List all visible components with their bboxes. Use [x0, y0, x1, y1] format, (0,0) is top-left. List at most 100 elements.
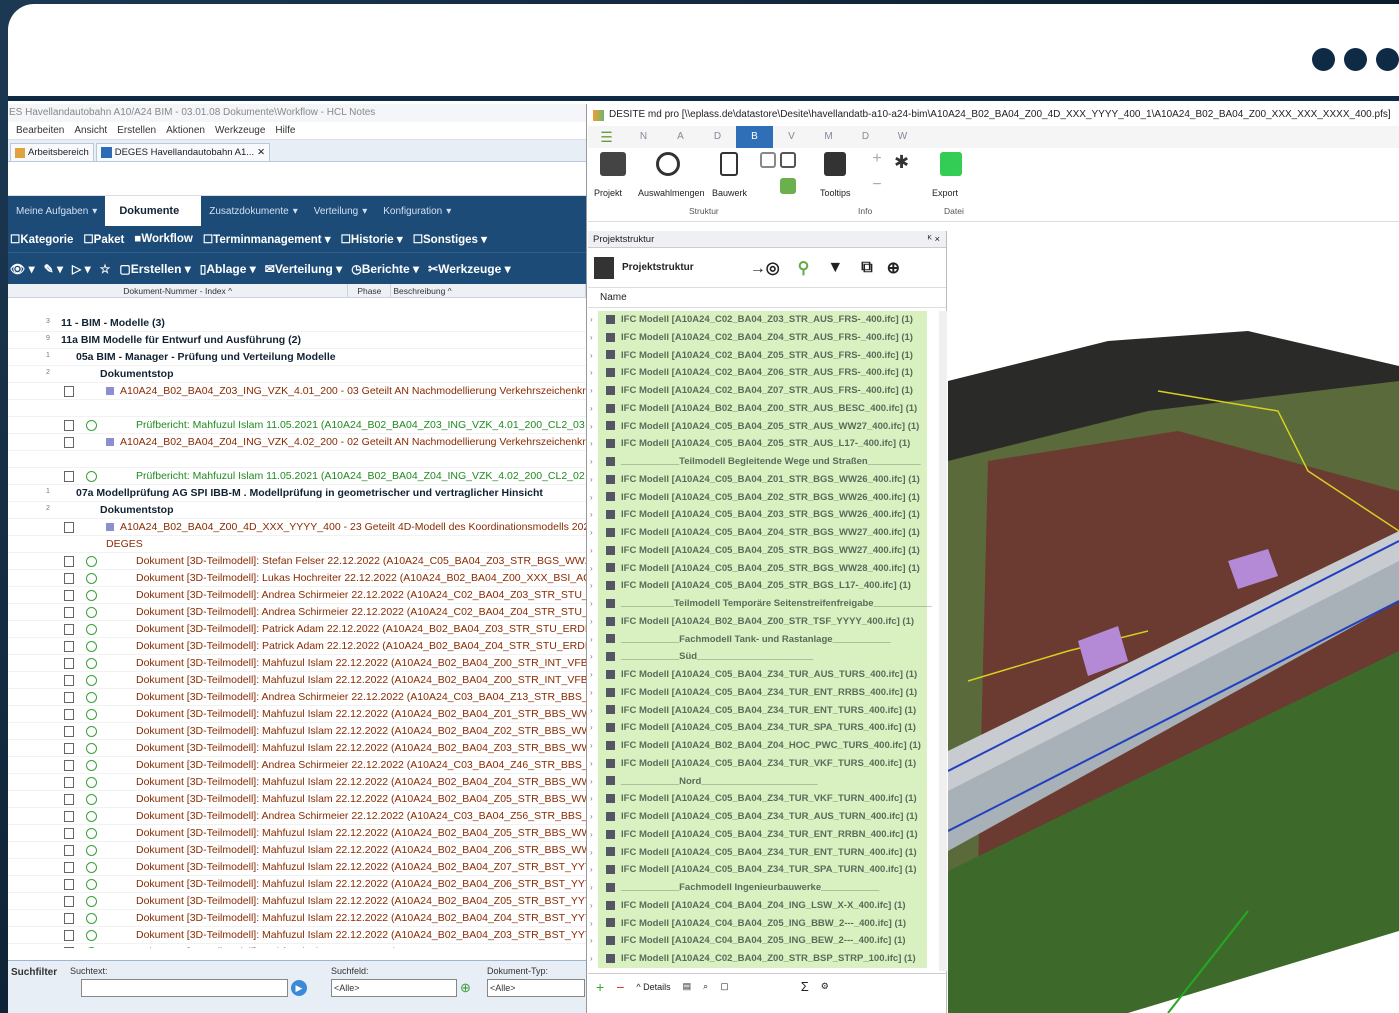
expand-icon[interactable]: › [590, 595, 593, 613]
desite-tab-1[interactable]: A [662, 126, 699, 148]
grid-icon[interactable] [780, 178, 796, 194]
table-row[interactable]: Dokument [3D-Teilmodell]: Mahfuzul Islam… [8, 774, 586, 791]
table-row[interactable]: A10A24_B02_BA04_Z04_ING_VZK_4.02_200 - 0… [8, 434, 586, 451]
table-row[interactable]: Prüfbericht: Mahfuzul Islam 11.05.2021 (… [8, 417, 586, 434]
menu-item-0[interactable]: Bearbeiten [16, 122, 64, 139]
table-row[interactable]: Dokument [3D-Teilmodell]: Mahfuzul Islam… [8, 859, 586, 876]
expand-icon[interactable]: › [590, 489, 593, 507]
expand-icon[interactable]: › [590, 684, 593, 702]
table-row[interactable]: Dokument [3D-Teilmodell]: Andrea Schirme… [8, 689, 586, 706]
list-item[interactable]: › IFC Modell [A10A24_C02_BA04_Z07_STR_AUS… [588, 382, 939, 400]
expand-icon[interactable]: › [590, 950, 593, 968]
link-icon[interactable] [760, 152, 776, 168]
expand-icon[interactable]: › [590, 631, 593, 649]
star-icon[interactable]: ☆ [100, 262, 111, 276]
globe-icon[interactable]: ⊕ [887, 258, 900, 278]
expand-icon[interactable]: › [590, 364, 593, 382]
map-icon[interactable] [780, 152, 796, 168]
expand-icon[interactable]: › [590, 755, 593, 773]
expand-icon[interactable]: › [590, 347, 593, 365]
sum-icon[interactable]: Σ [801, 979, 809, 994]
filter-workflow[interactable]: ■Workflow [134, 233, 193, 245]
expand-icon[interactable]: › [590, 719, 593, 737]
werkzeuge-button[interactable]: ✂Werkzeuge ▾ [428, 262, 511, 276]
search-input[interactable] [81, 979, 288, 997]
list-item[interactable]: › IFC Modell [A10A24_C05_BA04_Z01_STR_BGS… [588, 470, 939, 489]
table-row[interactable]: Prüfbericht: Mahfuzul Islam 11.05.2021 (… [8, 468, 586, 485]
desite-tab-5[interactable]: M [810, 126, 847, 148]
list-item[interactable]: › IFC Modell [A10A24_C02_BA04_Z04_STR_AUS… [588, 328, 939, 347]
table-row[interactable]: 3 11 - BIM - Modelle (3) [8, 315, 586, 332]
menu-item-4[interactable]: Werkzeuge [215, 122, 265, 139]
table-row[interactable]: Dokument [3D-Teilmodell]: Mahfuzul Islam… [8, 706, 586, 723]
expand-icon[interactable]: › [590, 329, 593, 347]
table-row[interactable]: 1 07a Modellprüfung AG SPI IBB-M . Modell… [8, 485, 586, 502]
table-row[interactable]: Dokument [3D-Teilmodell]: Mahfuzul Islam… [8, 842, 586, 859]
list-item[interactable]: › IFC Modell [A10A24_C05_BA04_Z34_TUR_ENT… [588, 843, 939, 862]
table-row[interactable]: A10A24_B02_BA04_Z00_4D_XXX_YYYY_400 - 23… [8, 519, 586, 536]
table-row[interactable] [8, 451, 586, 468]
list-item[interactable]: › IFC Modell [A10A24_C02_BA04_Z06_STR_AUS… [588, 364, 939, 382]
expand-icon[interactable]: › [590, 542, 593, 560]
expand-icon[interactable]: › [590, 737, 593, 755]
add-icon[interactable]: + [596, 979, 604, 995]
wrench-icon[interactable]: ✱ [894, 152, 912, 176]
layer-icon[interactable]: ▤ [683, 981, 692, 992]
expand-icon[interactable]: › [590, 826, 593, 844]
menu-item-5[interactable]: Hilfe [275, 122, 295, 139]
table-row[interactable]: Dokument [3D-Teilmodell]: Patrick Adam 2… [8, 621, 586, 638]
close-icon[interactable]: ᴷ × [928, 231, 940, 248]
tab-arbeitsbereich[interactable]: Arbeitsbereich [10, 143, 94, 161]
list-item[interactable]: › IFC Modell [A10A24_B02_BA04_Z00_STR_TSF… [588, 612, 939, 631]
tab-deges[interactable]: DEGES Havellandautobahn A1... ✕ [95, 143, 271, 161]
expand-icon[interactable]: › [590, 400, 593, 418]
export-button[interactable]: Export [932, 188, 958, 198]
col-phase[interactable]: Phase [348, 284, 392, 297]
list-item[interactable]: › IFC Modell [A10A24_C05_BA04_Z34_TUR_SPA… [588, 719, 939, 737]
expand-icon[interactable]: › [590, 453, 593, 471]
nav-konfiguration[interactable]: Konfiguration ▾ [375, 196, 459, 226]
list-item[interactable]: › IFC Modell [A10A24_C05_BA04_Z04_STR_BGS… [588, 524, 939, 542]
expand-icon[interactable]: › [590, 702, 593, 720]
table-row[interactable]: Dokument [3D-Teilmodell]: Mahfuzul Islam… [8, 723, 586, 740]
minus-icon[interactable]: − [870, 177, 884, 193]
list-item[interactable]: › IFC Modell [A10A24_C05_BA04_Z34_TUR_ENT… [588, 683, 939, 702]
list-item[interactable]: › IFC Modell [A10A24_C02_BA04_Z05_STR_AUS… [588, 346, 939, 365]
filter-terminmanagement[interactable]: ☐Terminmanagement ▾ [203, 232, 331, 246]
erstellen-button[interactable]: ▢Erstellen ▾ [119, 262, 190, 276]
list-item[interactable]: › IFC Modell [A10A24_C05_BA04_Z05_STR_BGS… [588, 541, 939, 560]
tree-icon[interactable]: ⧉ [861, 259, 872, 277]
list-item[interactable]: › IFC Modell [A10A24_C02_BA04_Z00_STR_BSP… [588, 950, 939, 968]
filter-kategorie[interactable]: ☐Kategorie [10, 232, 73, 246]
table-row[interactable]: 9 11a BIM Modelle für Entwurf und Ausführ… [8, 332, 586, 349]
table-row[interactable]: Dokument [3D-Teilmodell]: Mahfuzul Islam… [8, 825, 586, 842]
table-row[interactable]: A10A24_B02_BA04_Z03_ING_VZK_4.01_200 - 0… [8, 383, 586, 400]
table-row[interactable]: DEGES [8, 536, 586, 553]
list-item[interactable]: › IFC Modell [A10A24_C02_BA04_Z03_STR_AUS… [588, 311, 939, 329]
eye-icon[interactable]: 👁 ▾ [10, 262, 35, 276]
list-item[interactable]: › IFC Modell [A10A24_C04_BA04_Z05_ING_BEW… [588, 932, 939, 950]
list-item[interactable]: › ___________Süd______________________ [588, 648, 939, 666]
expand-icon[interactable]: › [590, 861, 593, 879]
list-item[interactable]: › IFC Modell [A10A24_C05_BA04_Z03_STR_BGS… [588, 506, 939, 524]
table-row[interactable]: 2 Dokumentstop [8, 366, 586, 383]
list-item[interactable]: › IFC Modell [A10A24_C05_BA04_Z34_TUR_VKF… [588, 790, 939, 808]
list-item[interactable]: › IFC Modell [A10A24_C05_BA04_Z05_STR_AUS… [588, 417, 939, 436]
remove-icon[interactable]: − [616, 979, 624, 995]
ablage-button[interactable]: ▯Ablage ▾ [200, 262, 256, 276]
nav-meine-aufgaben[interactable]: Meine Aufgaben ▾ [8, 196, 105, 226]
3d-viewport[interactable] [948, 231, 1399, 1013]
scrollbar[interactable] [939, 311, 947, 971]
expand-icon[interactable]: › [590, 506, 593, 524]
nav-verteilung[interactable]: Verteilung ▾ [306, 196, 376, 226]
tooltips-button[interactable]: Tooltips [820, 188, 851, 198]
nav-dokumente[interactable]: Dokumente [105, 196, 202, 226]
table-row[interactable]: Dokument [3D-Teilmodell]: Mahfuzul Islam… [8, 927, 586, 944]
table-row[interactable]: 2 Dokumentstop [8, 502, 586, 519]
bauwerk-button[interactable]: Bauwerk [712, 188, 747, 198]
search-icon[interactable]: ⌕ [703, 981, 708, 992]
expand-icon[interactable]: › [590, 648, 593, 666]
expand-icon[interactable]: › [590, 613, 593, 631]
list-item[interactable]: › IFC Modell [A10A24_C05_BA04_Z34_TUR_ENT… [588, 701, 939, 720]
expand-icon[interactable]: › [590, 879, 593, 897]
